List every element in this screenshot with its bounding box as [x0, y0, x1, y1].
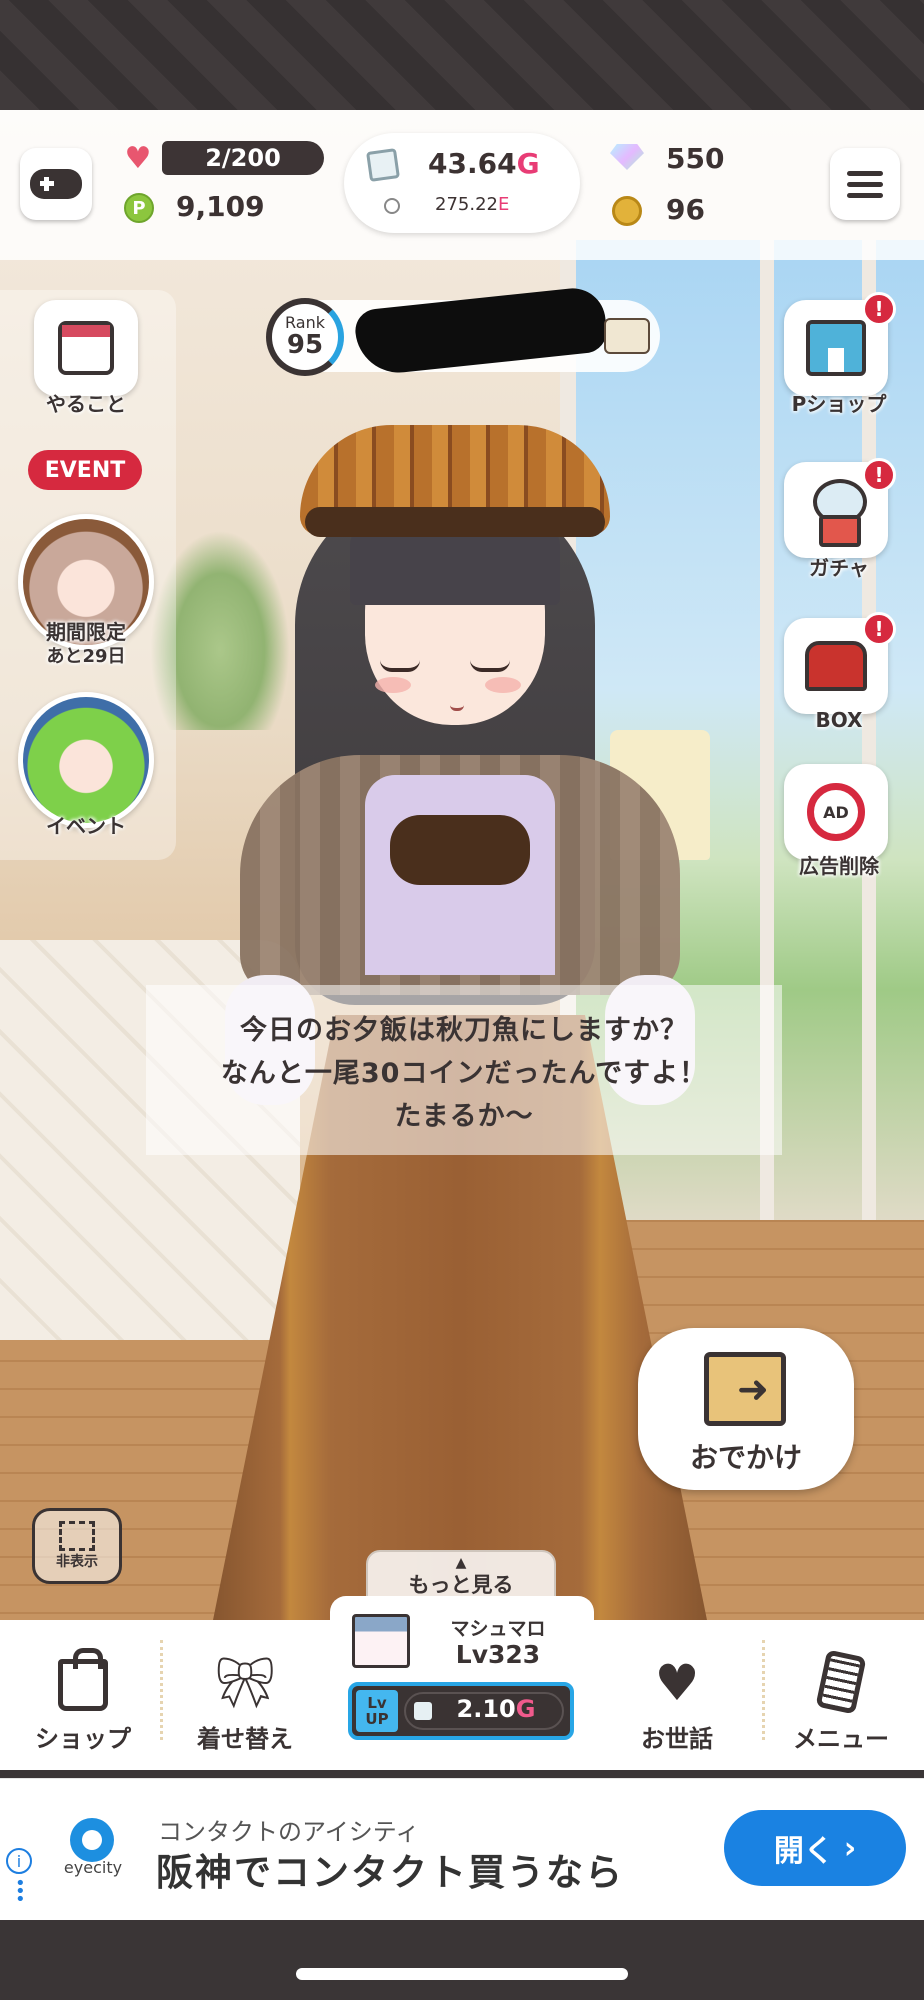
marshmallow-icon [352, 1614, 410, 1668]
rank-label: Rank [285, 313, 325, 332]
character-blush [375, 677, 411, 693]
smartphone-icon [815, 1649, 867, 1715]
points-value: 9,109 [176, 190, 265, 223]
alert-badge: ! [862, 458, 896, 492]
dashed-frame-icon [59, 1521, 95, 1551]
hamburger-icon-bar [847, 170, 883, 176]
event-badge: EVENT [28, 450, 142, 490]
treasure-box-icon [805, 641, 867, 691]
gamepad-icon [30, 169, 82, 199]
character-bangs [350, 525, 560, 605]
no-ads-icon: AD [807, 783, 865, 841]
cube-icon [366, 148, 400, 182]
ad-brand: eyecity [63, 1858, 123, 1877]
todo-label: やること [46, 392, 126, 416]
outing-label: おでかけ [689, 1441, 802, 1474]
character-bow [390, 815, 530, 885]
door-exit-icon [704, 1352, 786, 1426]
info-icon[interactable]: i [6, 1848, 32, 1874]
hamburger-menu-button[interactable] [830, 148, 900, 220]
cube-icon [414, 1702, 432, 1720]
ad-open-button[interactable]: 開く › [724, 1810, 906, 1886]
nav-dressup[interactable]: 🎀︎ 着せ替え [170, 1636, 320, 1754]
nav-label: お世話 [641, 1725, 713, 1753]
event-avatar[interactable] [18, 692, 154, 828]
coin-icon [612, 196, 642, 226]
see-more-label: もっと見る [408, 1573, 514, 1597]
remove-ads-label: 広告削除 [799, 854, 879, 878]
nav-label: ショップ [35, 1725, 131, 1753]
nav-shop[interactable]: ショップ [8, 1636, 158, 1754]
box-label: BOX [815, 708, 863, 732]
rank-value: 95 [286, 330, 324, 360]
ad-title: 阪神でコンタクト買うなら [156, 1851, 624, 1894]
rank-badge: Rank 95 [266, 298, 344, 376]
remove-ads-button[interactable]: AD [784, 764, 888, 860]
alert-badge: ! [862, 612, 896, 646]
calendar-icon [58, 321, 114, 375]
limited-label: 期間限定 [46, 620, 126, 644]
game-button[interactable] [20, 148, 92, 220]
speech-line: 今日のお夕飯は秋刀魚にしますか？ [240, 1014, 688, 1046]
shop-icon [806, 320, 866, 376]
event-label: イベント [46, 814, 126, 838]
character-hat-band [305, 507, 605, 537]
heart-icon: ♥ [124, 141, 152, 176]
nav-label: 着せ替え [197, 1725, 293, 1753]
top-pattern-bar [0, 0, 924, 110]
limited-remaining: あと29日 [46, 646, 126, 667]
speech-line: なんと一尾30コインだったんですよ！ [220, 1057, 708, 1089]
points-icon: P [124, 193, 154, 223]
chevron-up-icon: ▲ [455, 1555, 467, 1571]
ribbon-icon: 🎀︎ [213, 1654, 277, 1712]
stamina-bar: 2/200 [162, 141, 324, 175]
eyecity-logo-icon [70, 1818, 114, 1862]
gacha-machine-icon [809, 479, 867, 547]
gold-value: 43.64G [428, 147, 540, 180]
shopping-bag-icon [58, 1648, 108, 1711]
hamburger-icon-bar [847, 181, 883, 187]
clock-icon [384, 198, 400, 214]
gacha-label: ガチャ [809, 556, 869, 580]
hamburger-icon-bar [847, 192, 883, 198]
home-indicator[interactable] [296, 1968, 628, 1980]
more-dots-icon[interactable]: • • • [15, 1875, 26, 1909]
chevron-right-icon: › [843, 1830, 857, 1866]
pshop-label: Pショップ [791, 392, 887, 416]
energy-value: 275.22E [435, 194, 510, 215]
nav-divider [762, 1640, 765, 1740]
hide-label: 非表示 [56, 1554, 98, 1570]
todo-button[interactable] [34, 300, 138, 396]
levelup-tag: Lv UP [356, 1690, 398, 1732]
character-blush [485, 677, 521, 693]
character-eye [470, 660, 510, 672]
hide-ui-button[interactable]: 非表示 [32, 1508, 122, 1584]
levelup-cost: 2.10G [456, 1695, 536, 1723]
character-eye [380, 660, 420, 672]
nav-label: メニュー [793, 1725, 889, 1753]
speech-bubble[interactable]: 今日のお夕飯は秋刀魚にしますか？ なんと一尾30コインだったんですよ！ たまるか… [146, 985, 782, 1155]
speech-line: たまるか〜 [394, 1100, 534, 1132]
profile-card-icon[interactable] [604, 318, 650, 354]
ad-open-label: 開く [773, 1834, 834, 1869]
hearts-icon: ♥ [654, 1654, 700, 1712]
nav-menu[interactable]: メニュー [766, 1636, 916, 1754]
nav-care[interactable]: ♥ お世話 [602, 1636, 752, 1754]
bottom-bar [0, 1920, 924, 2000]
alert-badge: ! [862, 292, 896, 326]
diamond-value: 550 [666, 142, 725, 175]
coin-value: 96 [666, 193, 705, 226]
food-level: Lv323 [455, 1640, 541, 1669]
food-name: マシュマロ [450, 1618, 546, 1640]
nav-divider [160, 1640, 163, 1740]
